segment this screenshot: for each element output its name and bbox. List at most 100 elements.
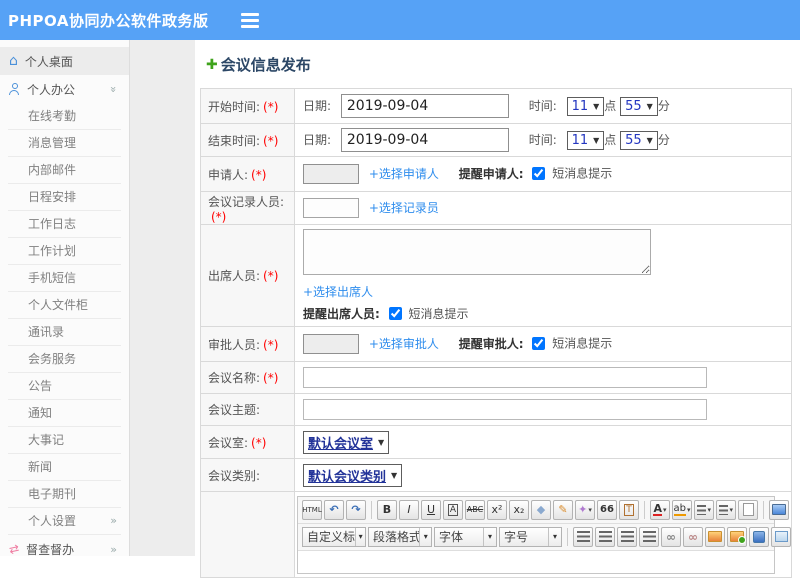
sidebar-item-settings[interactable]: 个人设置 »	[0, 508, 129, 535]
image-icon	[708, 531, 722, 542]
meeting-room-select[interactable]: 默认会议室 ▼	[303, 431, 389, 454]
link-icon: ∞	[666, 531, 676, 543]
caret-down-icon: ▾	[588, 506, 592, 514]
start-minute-select[interactable]: 55 ▼	[620, 97, 658, 116]
recorder-input[interactable]	[303, 198, 359, 218]
html-source-button[interactable]: HTML	[302, 500, 322, 520]
ordered-list-button[interactable]: ▾	[694, 500, 714, 520]
date-label: 日期:	[303, 99, 331, 113]
sidebar-item-sms[interactable]: 手机短信	[0, 265, 129, 292]
meeting-name-input[interactable]	[303, 367, 707, 388]
hamburger-menu-icon[interactable]	[241, 12, 261, 28]
align-justify-button[interactable]	[639, 527, 659, 547]
custom-title-dropdown[interactable]: 自定义标题▾	[302, 527, 366, 547]
sidebar-item-contacts[interactable]: 通讯录	[0, 319, 129, 346]
sidebar-item-attendance[interactable]: 在线考勤	[0, 103, 129, 130]
minute-unit: 分	[658, 133, 670, 147]
insert-image-button[interactable]	[705, 527, 725, 547]
bold-button[interactable]: B	[377, 500, 397, 520]
sidebar-item-events[interactable]: 大事记	[0, 427, 129, 454]
sidebar-item-schedule[interactable]: 日程安排	[0, 184, 129, 211]
approver-sms-checkbox[interactable]	[532, 337, 545, 350]
form-row-end-time: 结束时间:(*) 日期: 时间: 11 ▼ 点 55 ▼ 分	[201, 124, 792, 157]
remove-link-button[interactable]: ∞	[683, 527, 703, 547]
choose-recorder-link[interactable]: +选择记录员	[369, 201, 439, 215]
align-left-icon	[577, 531, 590, 542]
strikethrough-button[interactable]: ABC	[465, 500, 485, 520]
superscript-button[interactable]: x²	[487, 500, 507, 520]
choose-attendees-link[interactable]: +选择出席人	[303, 285, 373, 299]
sidebar-item-office[interactable]: 个人办公 »	[0, 75, 129, 103]
approver-input[interactable]	[303, 334, 359, 354]
align-left-button[interactable]	[573, 527, 593, 547]
applicant-input[interactable]	[303, 164, 359, 184]
font-size-dropdown[interactable]: 字号▾	[499, 527, 562, 547]
end-date-input[interactable]	[341, 128, 509, 152]
align-right-button[interactable]	[617, 527, 637, 547]
required-mark: (*)	[263, 269, 278, 283]
insert-table-button[interactable]	[771, 527, 791, 547]
font-color-button[interactable]: A▾	[650, 500, 670, 520]
upload-image-button[interactable]	[727, 527, 747, 547]
image-add-icon	[730, 531, 744, 542]
highlight-button[interactable]: ab▾	[672, 500, 692, 520]
undo-button[interactable]: ↶	[324, 500, 344, 520]
sidebar-item-supervision[interactable]: ⇄ 督查督办 »	[0, 535, 129, 563]
sidebar-item-e-journal[interactable]: 电子期刊	[0, 481, 129, 508]
choose-applicant-link[interactable]: +选择申请人	[369, 167, 439, 181]
subscript-button[interactable]: x₂	[509, 500, 529, 520]
meeting-topic-input[interactable]	[303, 399, 707, 420]
recorder-label: 会议记录人员:	[208, 195, 284, 209]
underline-button[interactable]: U	[421, 500, 441, 520]
sidebar-item-work-log[interactable]: 工作日志	[0, 211, 129, 238]
choose-approver-link[interactable]: +选择审批人	[369, 337, 439, 351]
sidebar-item-notice[interactable]: 通知	[0, 400, 129, 427]
redo-button[interactable]: ↷	[346, 500, 366, 520]
sidebar-item-news[interactable]: 新闻	[0, 454, 129, 481]
new-document-button[interactable]	[738, 500, 758, 520]
fullscreen-button[interactable]	[769, 500, 789, 520]
time-label: 时间:	[529, 99, 557, 113]
attendees-textarea[interactable]	[303, 229, 651, 275]
app-title: PHPOA协同办公软件政务版	[0, 10, 209, 31]
autotypeset-button[interactable]: ✦▾	[575, 500, 595, 520]
end-minute-select[interactable]: 55 ▼	[620, 131, 658, 150]
sidebar-item-file-cabinet[interactable]: 个人文件柜	[0, 292, 129, 319]
start-hour-select[interactable]: 11 ▼	[567, 97, 605, 116]
paragraph-format-dropdown[interactable]: 段落格式▾	[368, 527, 432, 547]
insert-media-button[interactable]	[749, 527, 769, 547]
chevron-down-icon: »	[107, 86, 120, 93]
applicant-label: 申请人:	[208, 168, 248, 182]
sidebar-item-announcement[interactable]: 公告	[0, 373, 129, 400]
font-family-dropdown[interactable]: 字体▾	[434, 527, 497, 547]
end-hour-select[interactable]: 11 ▼	[567, 131, 605, 150]
unordered-list-button[interactable]: ▾	[716, 500, 736, 520]
blank-page-icon	[743, 503, 754, 516]
paste-as-text-button[interactable]: T	[619, 500, 639, 520]
attendees-sms-checkbox[interactable]	[389, 307, 402, 320]
applicant-sms-checkbox[interactable]	[532, 167, 545, 180]
caret-down-icon: ▼	[391, 471, 397, 480]
font-border-button[interactable]: A	[443, 500, 463, 520]
caret-down-icon: ▾	[729, 506, 733, 514]
italic-button[interactable]: I	[399, 500, 419, 520]
format-brush-icon[interactable]: ✎	[553, 500, 573, 520]
eraser-icon[interactable]: ◆	[531, 500, 551, 520]
start-date-input[interactable]	[341, 94, 509, 118]
form-row-content-editor: HTML ↶ ↷ B I U A ABC x² x₂ ◆ ✎ ✦▾	[201, 492, 792, 578]
sidebar-item-internal-mail[interactable]: 内部邮件	[0, 157, 129, 184]
sidebar-item-meeting-service[interactable]: 会务服务	[0, 346, 129, 373]
meeting-category-select[interactable]: 默认会议类别 ▼	[303, 464, 402, 487]
sms-label: 短消息提示	[552, 337, 612, 351]
sidebar-item-messages[interactable]: 消息管理	[0, 130, 129, 157]
user-icon	[9, 83, 20, 95]
sms-label: 短消息提示	[552, 167, 612, 181]
insert-link-button[interactable]: ∞	[661, 527, 681, 547]
sidebar-item-desktop[interactable]: ⌂ 个人桌面	[0, 47, 129, 75]
align-center-icon	[599, 531, 612, 542]
blockquote-button[interactable]: 66	[597, 500, 617, 520]
align-center-button[interactable]	[595, 527, 615, 547]
editor-content-area[interactable]	[298, 551, 774, 573]
sidebar-item-work-plan[interactable]: 工作计划	[0, 238, 129, 265]
caret-down-icon: ▾	[419, 528, 431, 546]
